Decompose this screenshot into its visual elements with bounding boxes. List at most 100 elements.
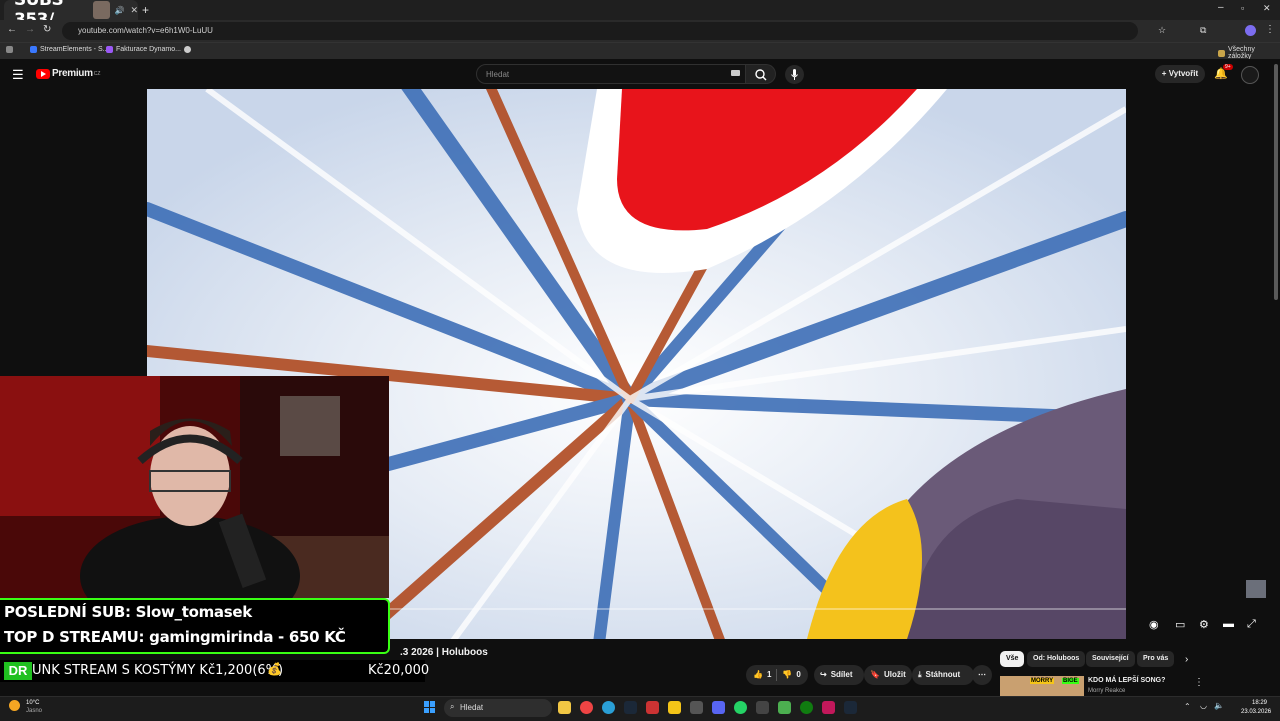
profile-icon[interactable] — [1245, 25, 1256, 36]
page-scrollbar[interactable] — [1274, 64, 1278, 300]
download-button[interactable]: ⤓ Stáhnout — [912, 665, 974, 685]
keyboard-icon[interactable] — [731, 70, 740, 76]
mini-thumbnail[interactable] — [1246, 580, 1266, 598]
weather-desc: Jasno — [26, 708, 43, 714]
url-field[interactable]: youtube.com/watch?v=e6h1W0-LuUU — [62, 22, 1138, 40]
region-label: CZ — [93, 70, 101, 77]
whatsapp-icon[interactable] — [734, 701, 747, 714]
money-bag-icon: 💰 — [267, 662, 282, 676]
all-bookmarks-label: Všechny záložky — [1227, 46, 1255, 60]
voice-search-button[interactable] — [785, 65, 804, 84]
app-icon-3[interactable] — [690, 701, 703, 714]
bookmark-globe-icon[interactable] — [184, 46, 191, 53]
app-icon-1[interactable] — [646, 701, 659, 714]
download-label: Stáhnout — [925, 670, 961, 679]
app-icon-4[interactable] — [756, 701, 769, 714]
hamburger-menu-icon[interactable]: ☰ — [12, 67, 24, 83]
start-button[interactable] — [424, 701, 436, 713]
apps-icon[interactable] — [6, 46, 13, 53]
browser-menu-icon[interactable]: ⋮ — [1265, 24, 1275, 35]
settings-gear-icon[interactable]: ⚙ — [1199, 618, 1209, 631]
taskbar-date[interactable]: 23.03.2026 — [1241, 709, 1271, 715]
save-button[interactable]: 🔖 Uložit — [864, 665, 912, 685]
bookmark-icon: 🔖 — [870, 670, 880, 679]
weather-temp: 10°C — [26, 700, 40, 706]
bookmarks-bar: StreamElements - S... Fakturace Dynamo..… — [0, 42, 1280, 60]
tray-chevron-icon[interactable]: ⌃ — [1184, 702, 1191, 711]
discord-icon[interactable] — [712, 701, 725, 714]
tab-audio-icon[interactable]: 🔊 — [114, 6, 124, 15]
like-button[interactable]: 👍 1 — [746, 665, 771, 685]
create-label: Vytvořit — [1168, 69, 1199, 78]
thumb-text-2: BIGE — [1062, 678, 1079, 684]
video-title: .3 2026 | Holuboos — [400, 647, 488, 658]
search-icon — [755, 69, 767, 81]
edge-icon[interactable] — [602, 701, 615, 714]
file-explorer-icon[interactable] — [558, 701, 571, 714]
weather-moon-icon[interactable] — [9, 700, 20, 711]
chip-for-you[interactable]: Pro vás — [1137, 651, 1175, 667]
minecraft-icon[interactable] — [778, 701, 791, 714]
chrome-icon[interactable] — [580, 701, 593, 714]
chip-from-channel[interactable]: Od: Holuboos — [1027, 651, 1086, 667]
theater-mode-icon[interactable]: ▬ — [1223, 618, 1234, 630]
bookmark-streamelements[interactable]: StreamElements - S... — [30, 46, 108, 53]
like-count: 1 — [766, 670, 772, 679]
bookmark-label: Fakturace Dynamo... — [116, 46, 181, 53]
window-maximize-icon[interactable]: ▫ — [1241, 3, 1244, 13]
create-button[interactable]: + Vytvořit — [1155, 65, 1205, 83]
tray-wifi-icon[interactable]: ◡ — [1200, 701, 1207, 710]
app-icon-6[interactable] — [844, 701, 857, 714]
back-icon[interactable]: ← — [7, 24, 17, 35]
share-button[interactable]: ↪ Sdílet — [814, 665, 864, 685]
youtube-logo[interactable]: Premium CZ — [36, 68, 100, 79]
share-label: Sdílet — [830, 670, 853, 679]
download-icon: ⤓ — [918, 670, 922, 679]
related-channel[interactable]: Morry Reakce — [1088, 688, 1125, 694]
divider — [776, 669, 778, 681]
all-bookmarks[interactable]: Všechny záložky — [1218, 46, 1280, 60]
app-icon-5[interactable] — [822, 701, 835, 714]
bookmark-fakturace[interactable]: Fakturace Dynamo... — [106, 46, 181, 53]
windows-taskbar — [0, 696, 1280, 721]
chip-related[interactable]: Související — [1086, 651, 1135, 667]
tray-volume-icon[interactable]: 🔈 — [1214, 701, 1224, 710]
app-icon-2[interactable] — [668, 701, 681, 714]
account-avatar[interactable] — [1241, 66, 1259, 84]
xbox-icon[interactable] — [800, 701, 813, 714]
search-input[interactable]: Hledat — [476, 64, 746, 84]
dislike-count: 0 — [796, 670, 801, 679]
browser-tab[interactable]: SUBS 353/ 🔊 ✕ — [4, 0, 138, 30]
taskbar-search[interactable]: Hledat — [444, 699, 552, 717]
streamer-webcam — [0, 376, 389, 598]
new-tab-icon[interactable]: + — [142, 3, 149, 17]
autoplay-toggle-icon[interactable]: ◉ — [1149, 618, 1159, 631]
goal-text: UNK STREAM S KOSTÝMY Kč1,200(6%) — [32, 663, 284, 678]
taskbar-time[interactable]: 18:29 — [1252, 700, 1267, 706]
related-title[interactable]: KDO MÁ LEPŠÍ SONG? — [1088, 677, 1165, 684]
related-menu-icon[interactable]: ⋮ — [1194, 677, 1204, 688]
goal-target: Kč20,000 — [368, 663, 430, 678]
subtitles-icon[interactable]: ▭ — [1175, 618, 1185, 631]
window-minimize-icon[interactable]: – — [1218, 2, 1224, 13]
thumbs-down-icon: 👎 — [782, 670, 793, 679]
extensions-icon[interactable]: ⧉ — [1200, 25, 1206, 36]
steam-icon[interactable] — [624, 701, 637, 714]
dislike-button[interactable]: 👎 0 — [782, 665, 800, 685]
more-actions-button[interactable]: ⋯ — [972, 665, 992, 685]
window-close-icon[interactable]: ✕ — [1263, 3, 1271, 14]
tab-close-icon[interactable]: ✕ — [130, 5, 138, 16]
reload-icon[interactable]: ↻ — [43, 24, 51, 35]
youtube-premium-label: Premium — [52, 68, 93, 79]
search-button[interactable] — [746, 64, 776, 84]
top-donation-text: TOP D STREAMU: gamingmirinda - 650 KČ — [4, 628, 346, 646]
chips-next-icon[interactable]: › — [1185, 654, 1188, 665]
bookmark-label: StreamElements - S... — [40, 46, 109, 53]
chip-all[interactable]: Vše — [1000, 651, 1025, 667]
taskbar-search-icon: ⌕ — [450, 702, 455, 711]
fullscreen-icon[interactable]: ⤢ — [1247, 618, 1256, 631]
forward-icon[interactable]: → — [25, 24, 35, 35]
like-dislike-group: 👍 1 👎 0 — [746, 665, 808, 685]
bookmark-star-icon[interactable]: ☆ — [1158, 25, 1166, 36]
related-thumbnail[interactable]: MORRY BIGE — [1000, 676, 1084, 696]
